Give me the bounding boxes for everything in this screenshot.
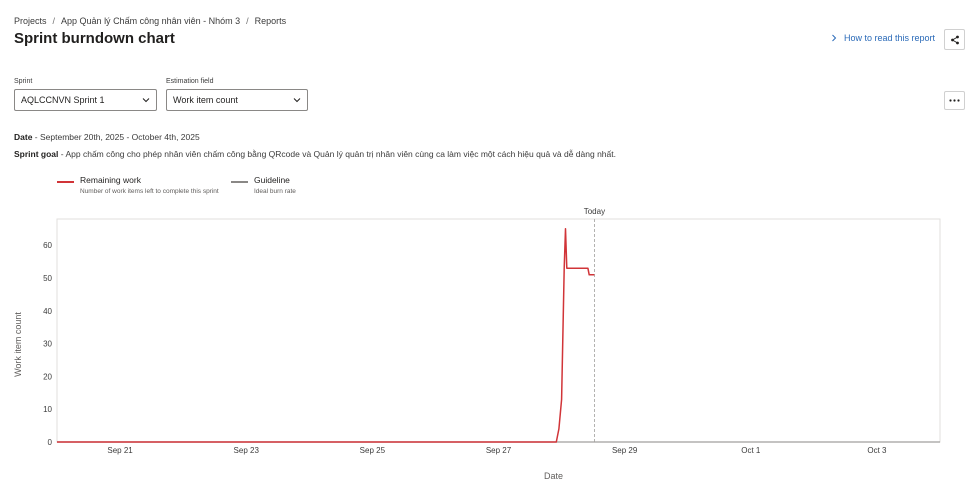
breadcrumb-project[interactable]: App Quản lý Chấm công nhân viên - Nhóm 3 <box>61 16 240 26</box>
y-tick-label: 40 <box>43 307 52 316</box>
x-tick-label: Sep 27 <box>486 446 512 455</box>
breadcrumb-separator: / <box>246 16 249 26</box>
x-tick-label: Sep 29 <box>612 446 638 455</box>
y-tick-label: 60 <box>43 241 52 250</box>
date-label: Date <box>14 132 33 142</box>
legend-remaining-work[interactable]: Remaining work Number of work items left… <box>57 175 219 195</box>
legend-subtitle: Ideal burn rate <box>254 188 296 195</box>
chevron-down-icon <box>293 98 301 103</box>
sprint-dropdown[interactable]: AQLCCNVN Sprint 1 <box>14 89 157 111</box>
x-tick-label: Sep 23 <box>234 446 260 455</box>
sprint-value: AQLCCNVN Sprint 1 <box>21 95 105 105</box>
how-to-read-link[interactable]: How to read this report <box>830 33 935 43</box>
breadcrumb: Projects / App Quản lý Chấm công nhân vi… <box>14 16 286 26</box>
legend-swatch-guideline <box>231 181 248 183</box>
sprint-label: Sprint <box>14 78 33 85</box>
sprint-goal: Sprint goal - App chấm công cho phép nhâ… <box>14 149 616 159</box>
date-value: - September 20th, 2025 - October 4th, 20… <box>32 132 200 142</box>
legend-title: Remaining work <box>80 175 141 185</box>
breadcrumb-separator: / <box>52 16 56 26</box>
y-tick-label: 50 <box>43 274 52 283</box>
x-tick-label: Oct 3 <box>867 446 887 455</box>
share-icon <box>950 35 959 44</box>
x-tick-label: Oct 1 <box>741 446 761 455</box>
chevron-down-icon <box>142 98 150 103</box>
more-options-button[interactable] <box>944 91 965 110</box>
y-axis-title: Work item count <box>13 312 23 377</box>
sprint-goal-label: Sprint goal <box>14 149 59 159</box>
how-to-read-label: How to read this report <box>843 33 935 43</box>
chevron-right-icon <box>832 34 837 42</box>
x-tick-label: Sep 21 <box>107 446 133 455</box>
legend-title: Guideline <box>254 175 290 185</box>
y-tick-label: 20 <box>43 372 52 381</box>
y-tick-label: 0 <box>48 438 53 447</box>
legend-subtitle: Number of work items left to complete th… <box>80 188 219 195</box>
more-icon <box>949 99 960 102</box>
plot-frame <box>56 218 941 443</box>
legend-guideline[interactable]: Guideline Ideal burn rate <box>231 175 296 195</box>
breadcrumb-projects[interactable]: Projects <box>14 16 47 26</box>
series-line-remaining-work <box>57 228 595 443</box>
share-button[interactable] <box>944 29 965 50</box>
breadcrumb-reports[interactable]: Reports <box>255 16 287 26</box>
legend-swatch-remaining <box>57 181 74 183</box>
today-label: Today <box>584 207 605 216</box>
y-tick-label: 10 <box>43 405 52 414</box>
estimation-label: Estimation field <box>166 78 214 85</box>
x-tick-label: Sep 25 <box>360 446 386 455</box>
page-title: Sprint burndown chart <box>14 30 175 47</box>
x-axis-title: Date <box>544 471 563 481</box>
estimation-dropdown[interactable]: Work item count <box>166 89 308 111</box>
sprint-goal-value: - App chấm công cho phép nhân viên chấm … <box>58 149 616 159</box>
burndown-chart: 0 10 20 30 40 50 60 Sep 21 Sep 23 Sep 25 Sep 27 Sep… <box>13 207 941 481</box>
estimation-value: Work item count <box>173 95 238 105</box>
date-info: Date - September 20th, 2025 - October 4t… <box>14 132 200 142</box>
y-tick-label: 30 <box>43 340 52 349</box>
